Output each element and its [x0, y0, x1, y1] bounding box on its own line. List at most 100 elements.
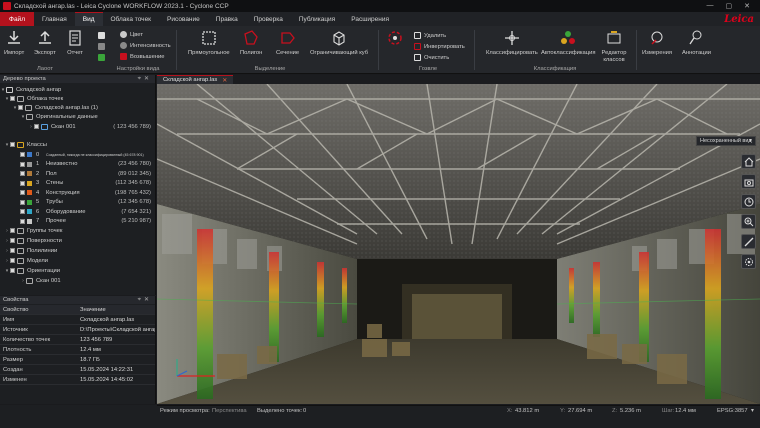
class-item[interactable]: 3 Стены (112 345 678) — [0, 179, 155, 188]
section-button[interactable]: Сечение — [276, 29, 299, 57]
checkbox[interactable] — [20, 209, 25, 214]
properties-table: Свойство Значение Имя Складской ангар.las… — [0, 305, 155, 385]
export-button[interactable]: Экспорт — [34, 29, 56, 57]
clear-button[interactable]: Очистить — [414, 54, 449, 61]
class-item[interactable]: 2 Пол (89 012 345) — [0, 169, 155, 178]
checkbox[interactable] — [10, 228, 15, 233]
fence-button[interactable] — [386, 29, 404, 50]
measure-tool-button[interactable] — [741, 234, 756, 249]
zoom-button[interactable] — [741, 214, 756, 229]
property-row[interactable]: Количество точек 123 456 789 — [0, 335, 155, 345]
minimize-button[interactable]: — — [707, 2, 714, 10]
import-button[interactable]: Импорт — [4, 29, 24, 57]
panel-controls[interactable]: ⌖✕ — [138, 75, 152, 83]
epsg-selector[interactable]: EPSG:3857 — [717, 408, 748, 414]
checkbox[interactable] — [10, 142, 15, 147]
checkbox[interactable] — [20, 199, 25, 205]
tree-item-groups[interactable]: › Группы точек — [0, 226, 155, 235]
tab-close-button[interactable]: ✕ — [222, 77, 227, 84]
property-row[interactable]: Источник D:\Проекты\Складской ангар — [0, 325, 155, 335]
property-row[interactable]: Создан 15.05.2024 14:22:31 — [0, 365, 155, 375]
property-row[interactable]: Изменен 15.05.2024 14:45:02 — [0, 375, 155, 385]
class-item[interactable]: 4 Конструкция (198 765 432) — [0, 188, 155, 197]
tree-item-scan[interactable]: › Скан 001( 123 456 789) — [0, 122, 155, 131]
menu-home[interactable]: Главная — [34, 12, 75, 26]
screenshot-button[interactable] — [741, 174, 756, 189]
maximize-button[interactable]: ▢ — [726, 2, 733, 10]
menu-view[interactable]: Вид — [74, 12, 103, 26]
classify-button[interactable]: Классифицировать — [486, 29, 538, 57]
class-item[interactable]: 6 Оборудование (7 654 321) — [0, 207, 155, 216]
properties-panel: Свойства ⌖✕ Свойство Значение Имя Складск… — [0, 296, 156, 404]
checkbox[interactable] — [18, 105, 23, 110]
checkbox[interactable] — [10, 268, 15, 273]
tree-item-classes[interactable]: ▾ Классы — [0, 140, 155, 149]
class-item[interactable]: 0 Созданный, никогда не классифицированны… — [0, 150, 155, 159]
orbit-button[interactable] — [741, 194, 756, 209]
class-editor-button[interactable]: Редактор классов — [600, 29, 628, 63]
rect-select-button[interactable]: Прямоугольное — [188, 29, 230, 57]
menu-file[interactable]: Файл — [0, 12, 34, 26]
class-name: Оборудование — [46, 208, 86, 215]
settings-button[interactable] — [741, 254, 756, 269]
checkbox[interactable] — [10, 258, 15, 263]
menu-edit[interactable]: Правка — [208, 12, 246, 26]
color-button[interactable]: Цвет — [120, 31, 143, 38]
panel-controls[interactable]: ⌖✕ — [138, 296, 152, 304]
autoclassify-button[interactable]: Автоклассификация — [541, 29, 595, 57]
checkbox[interactable] — [20, 180, 25, 186]
annotations-button[interactable]: Аннотации — [682, 29, 711, 57]
clear-icon — [414, 54, 421, 61]
intensity-toggle-small[interactable] — [98, 43, 105, 50]
chevron-down-icon[interactable]: ▾ — [751, 408, 754, 414]
tree-item-polylines[interactable]: › Полилинии — [0, 246, 155, 255]
tree-item-original[interactable]: ▾ Оригинальные данные — [0, 112, 155, 121]
color-toggle[interactable] — [98, 32, 105, 39]
property-name: Создан — [3, 366, 23, 373]
checkbox[interactable] — [10, 238, 15, 243]
menu-draw[interactable]: Рисование — [159, 12, 208, 26]
report-button[interactable]: Отчет — [66, 29, 84, 57]
tree-label: Складской ангар.las (1) — [35, 104, 98, 111]
saved-view-dropdown[interactable]: Несохраненный вид ▾ — [696, 136, 756, 146]
class-count: (23 456 780) — [118, 161, 151, 167]
checkbox[interactable] — [10, 96, 15, 101]
checkbox[interactable] — [20, 161, 25, 167]
menu-check[interactable]: Проверка — [246, 12, 291, 26]
property-row[interactable]: Плотность 12.4 мм — [0, 345, 155, 355]
invert-button[interactable]: Инвертировать — [414, 43, 465, 50]
delete-button[interactable]: Удалить — [414, 32, 446, 39]
tree-item-clouds[interactable]: ▾ Облака точек — [0, 94, 155, 103]
menu-extensions[interactable]: Расширения — [343, 12, 397, 26]
tree-item-orientations[interactable]: ▾ Ориентации — [0, 266, 155, 275]
tree-item-orient-scan[interactable]: › Скан 001 — [0, 276, 155, 285]
home-view-button[interactable] — [741, 154, 756, 169]
checkbox[interactable] — [20, 190, 25, 195]
measure-button[interactable]: Измерения — [642, 29, 672, 57]
elevation-toggle-small[interactable] — [98, 54, 105, 61]
checkbox[interactable] — [10, 248, 15, 253]
tree-item-root[interactable]: ▾ Складской ангар — [0, 85, 155, 94]
checkbox[interactable] — [20, 171, 25, 176]
group-icon — [17, 227, 24, 234]
tree-item-surfaces[interactable]: › Поверхности — [0, 236, 155, 245]
class-item[interactable]: 5 Трубы (12 345 678) — [0, 198, 155, 207]
menu-point-clouds[interactable]: Облака точек — [103, 12, 160, 26]
elevation-button[interactable]: Возвышение — [120, 53, 164, 60]
class-item[interactable]: 7 Прочее (5 210 987) — [0, 217, 155, 226]
menu-publish[interactable]: Публикация — [291, 12, 343, 26]
tree-item-cloud-file[interactable]: ▾ Складской ангар.las (1) — [0, 103, 155, 112]
bounding-box-button[interactable]: Ограничивающий куб — [310, 29, 368, 57]
checkbox[interactable] — [20, 218, 25, 224]
polygon-select-button[interactable]: Полигон — [240, 29, 262, 57]
property-row[interactable]: Размер 18.7 ГБ — [0, 355, 155, 365]
intensity-button[interactable]: Интенсивность — [120, 42, 171, 49]
point-cloud-viewport[interactable]: Несохраненный вид ▾ — [157, 84, 760, 404]
checkbox[interactable] — [34, 124, 39, 129]
class-item[interactable]: 1 Неизвестно (23 456 780) — [0, 160, 155, 169]
property-row[interactable]: Имя Складской ангар.las — [0, 315, 155, 325]
tree-item-models[interactable]: › Модели — [0, 256, 155, 265]
tab-las-file[interactable]: Складской ангар.las ✕ — [157, 75, 234, 84]
close-window-button[interactable]: ✕ — [744, 2, 750, 10]
checkbox[interactable] — [20, 152, 25, 157]
